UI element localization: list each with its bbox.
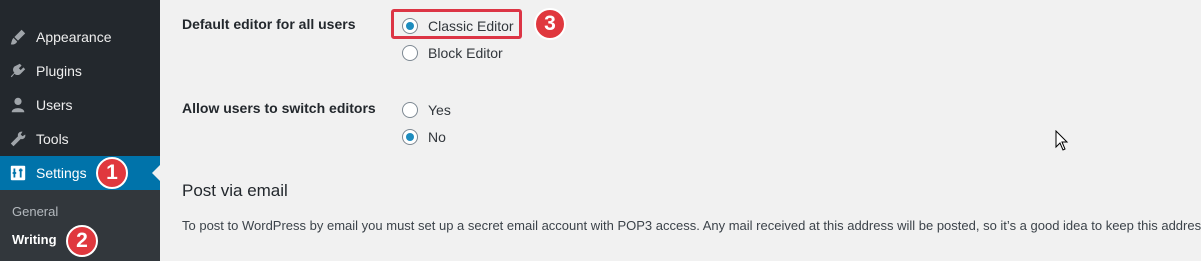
radio-label: Block Editor: [428, 45, 503, 61]
radio-button[interactable]: [402, 45, 418, 61]
step-badge-2: 2: [66, 225, 98, 257]
mouse-pointer-icon: [1055, 130, 1069, 151]
sidebar-item-users[interactable]: Users: [0, 88, 160, 122]
sidebar-item-label: Tools: [36, 131, 69, 147]
radio-block-editor[interactable]: Block Editor: [402, 45, 503, 61]
plug-icon: [10, 63, 26, 78]
radio-switch-yes[interactable]: Yes: [402, 102, 451, 118]
step-badge-1: 1: [96, 157, 128, 189]
default-editor-label: Default editor for all users: [182, 16, 356, 32]
radio-button[interactable]: [402, 18, 418, 34]
radio-button[interactable]: [402, 129, 418, 145]
main-content: Default editor for all users 3 Classic E…: [160, 0, 1201, 261]
sidebar-item-tools[interactable]: Tools: [0, 122, 160, 156]
submenu-item-writing[interactable]: Writing: [12, 232, 57, 247]
paintbrush-icon: [10, 29, 26, 45]
radio-label: No: [428, 129, 446, 145]
radio-classic-editor[interactable]: Classic Editor: [402, 18, 514, 34]
wrench-icon: [10, 131, 26, 147]
step-badge-3: 3: [534, 8, 566, 40]
sidebar-item-label: Plugins: [36, 63, 82, 79]
sidebar-item-appearance[interactable]: Appearance: [0, 20, 160, 54]
radio-button[interactable]: [402, 102, 418, 118]
user-icon: [11, 97, 25, 113]
radio-label: Yes: [428, 102, 451, 118]
radio-label: Classic Editor: [428, 18, 514, 34]
sidebar-item-label: Settings: [36, 165, 87, 181]
radio-switch-no[interactable]: No: [402, 129, 446, 145]
sidebar-item-settings[interactable]: Settings: [0, 156, 160, 190]
sidebar-item-label: Users: [36, 97, 73, 113]
submenu-item-general[interactable]: General: [12, 204, 58, 219]
sidebar-item-plugins[interactable]: Plugins: [0, 54, 160, 88]
admin-sidebar: Appearance Plugins Users Tools Settings …: [0, 0, 160, 261]
sidebar-item-label: Appearance: [36, 29, 112, 45]
settings-icon: [10, 165, 26, 181]
allow-switch-label: Allow users to switch editors: [182, 100, 376, 116]
active-indicator-arrow: [152, 165, 160, 181]
post-via-email-description: To post to WordPress by email you must s…: [182, 218, 1201, 233]
post-via-email-title: Post via email: [182, 181, 288, 200]
